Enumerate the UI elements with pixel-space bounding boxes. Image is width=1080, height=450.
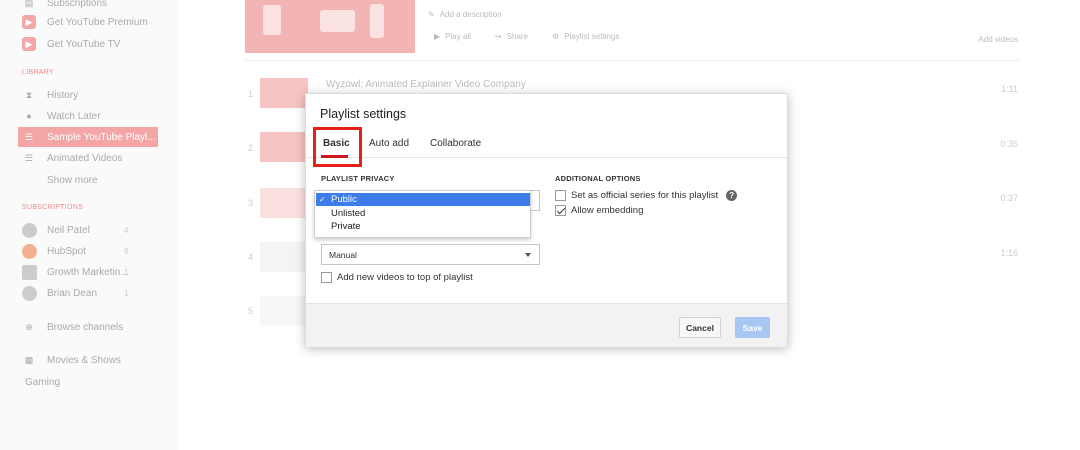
playlist-settings-button[interactable]: ⚙ Playlist settings: [552, 32, 619, 41]
playlist-thumbnail: [245, 0, 415, 53]
sidebar-item-youtube-tv[interactable]: ▶ Get YouTube TV: [22, 34, 120, 54]
tab-collaborate[interactable]: Collaborate: [430, 138, 481, 149]
save-button[interactable]: Save: [735, 317, 770, 338]
ordering-select[interactable]: Manual: [321, 244, 540, 265]
help-icon[interactable]: ?: [726, 190, 738, 201]
video-index: 3: [248, 198, 254, 208]
film-icon: ▦: [24, 354, 34, 365]
play-icon: ▶: [434, 32, 441, 41]
playlist-settings-dialog: Playlist settings Basic Auto add Collabo…: [305, 93, 788, 347]
video-index: 1: [248, 89, 254, 99]
sidebar-item-gaming[interactable]: Gaming: [25, 372, 60, 392]
add-to-top-checkbox[interactable]: [321, 272, 332, 283]
privacy-option-unlisted[interactable]: Unlisted: [316, 207, 530, 220]
playlist-actions: ▶ Play all ↪ Share ⚙ Playlist settings: [434, 32, 619, 41]
playlist-privacy-label: PLAYLIST PRIVACY: [321, 174, 395, 183]
chevron-down-icon: [525, 253, 531, 257]
privacy-option-public[interactable]: ✓ Public: [316, 193, 530, 206]
privacy-dropdown-menu: ✓ Public Unlisted Private: [314, 190, 531, 238]
add-to-top-option[interactable]: Add new videos to top of playlist: [321, 272, 473, 283]
avatar: [22, 264, 37, 280]
privacy-option-private[interactable]: Private: [316, 220, 530, 233]
avatar: [22, 222, 37, 238]
allow-embedding-checkbox[interactable]: [555, 205, 566, 216]
video-title[interactable]: Wyzowl: Animated Explainer Video Company: [326, 79, 526, 90]
youtube-icon: ▶: [22, 37, 36, 51]
plus-circle-icon: ⊕: [25, 321, 33, 332]
divider: [245, 60, 1020, 61]
youtube-icon: ▶: [22, 15, 36, 29]
sidebar-item-history[interactable]: ⧗ History: [22, 85, 78, 105]
avatar: [22, 285, 37, 301]
video-thumbnail[interactable]: [260, 132, 308, 162]
video-index: 5: [248, 306, 254, 316]
video-thumbnail[interactable]: [260, 296, 308, 326]
sidebar-item-animated-videos[interactable]: ☰ Animated Videos: [22, 148, 122, 168]
official-series-checkbox[interactable]: [555, 190, 566, 201]
subscription-item[interactable]: HubSpot: [22, 241, 86, 261]
video-thumbnail[interactable]: [260, 188, 308, 218]
add-videos-button[interactable]: Add videos: [978, 35, 1018, 44]
subscription-item[interactable]: Brian Dean: [22, 283, 97, 303]
additional-options-label: ADDITIONAL OPTIONS: [555, 174, 641, 183]
subscriptions-icon: ▤: [24, 0, 34, 8]
video-duration: 1:11: [1001, 84, 1018, 94]
tab-auto-add[interactable]: Auto add: [369, 138, 409, 149]
pencil-icon: ✎: [428, 10, 435, 19]
subscription-count: 6: [124, 247, 129, 256]
subscription-item[interactable]: Neil Patel: [22, 220, 90, 240]
subscription-count: 1: [124, 289, 129, 298]
sidebar-item-premium[interactable]: ▶ Get YouTube Premium: [22, 12, 148, 32]
video-duration: 0:37: [1000, 193, 1018, 203]
video-thumbnail[interactable]: [260, 78, 308, 108]
sidebar-item-watch-later[interactable]: ● Watch Later: [22, 106, 100, 126]
video-index: 2: [248, 143, 254, 153]
video-index: 4: [248, 252, 254, 262]
sidebar-item-sample-playlist[interactable]: ☰ Sample YouTube Playl...: [22, 127, 156, 147]
allow-embedding-option[interactable]: Allow embedding: [555, 205, 643, 216]
video-duration: 0:35: [1000, 139, 1018, 149]
dialog-footer: Cancel Save: [306, 303, 787, 347]
history-icon: ⧗: [25, 89, 33, 100]
checkmark-icon: ✓: [319, 195, 326, 204]
annotation-highlight-box: [313, 127, 362, 167]
share-button[interactable]: ↪ Share: [495, 32, 528, 41]
video-duration: 1:16: [1000, 248, 1018, 258]
video-thumbnail[interactable]: [260, 242, 308, 272]
sidebar-item-movies-shows[interactable]: ▦ Movies & Shows: [22, 350, 121, 370]
clock-icon: ●: [26, 111, 32, 121]
share-icon: ↪: [494, 32, 502, 41]
subscription-item[interactable]: Growth Marketin...: [22, 262, 129, 282]
library-heading: LIBRARY: [22, 69, 54, 76]
gear-icon: ⚙: [552, 32, 560, 41]
cancel-button[interactable]: Cancel: [679, 317, 721, 338]
subscription-count: 4: [124, 226, 129, 235]
show-more-link[interactable]: Show more: [47, 170, 98, 190]
playlist-icon: ☰: [24, 131, 34, 142]
avatar: [22, 243, 37, 259]
official-series-option[interactable]: Set as official series for this playlist…: [555, 190, 738, 201]
sidebar-item-browse-channels[interactable]: ⊕ Browse channels: [22, 317, 123, 337]
sidebar: ▤ Subscriptions ▶ Get YouTube Premium ▶ …: [0, 0, 178, 450]
subscriptions-heading: SUBSCRIPTIONS: [22, 204, 84, 211]
play-all-button[interactable]: ▶ Play all: [434, 32, 471, 41]
playlist-icon: ☰: [24, 152, 34, 163]
subscription-count: 1: [124, 268, 129, 277]
add-description-link[interactable]: ✎ Add a description: [428, 10, 502, 19]
dialog-tabs: Basic Auto add Collaborate: [306, 127, 787, 167]
dialog-title: Playlist settings: [320, 107, 407, 121]
